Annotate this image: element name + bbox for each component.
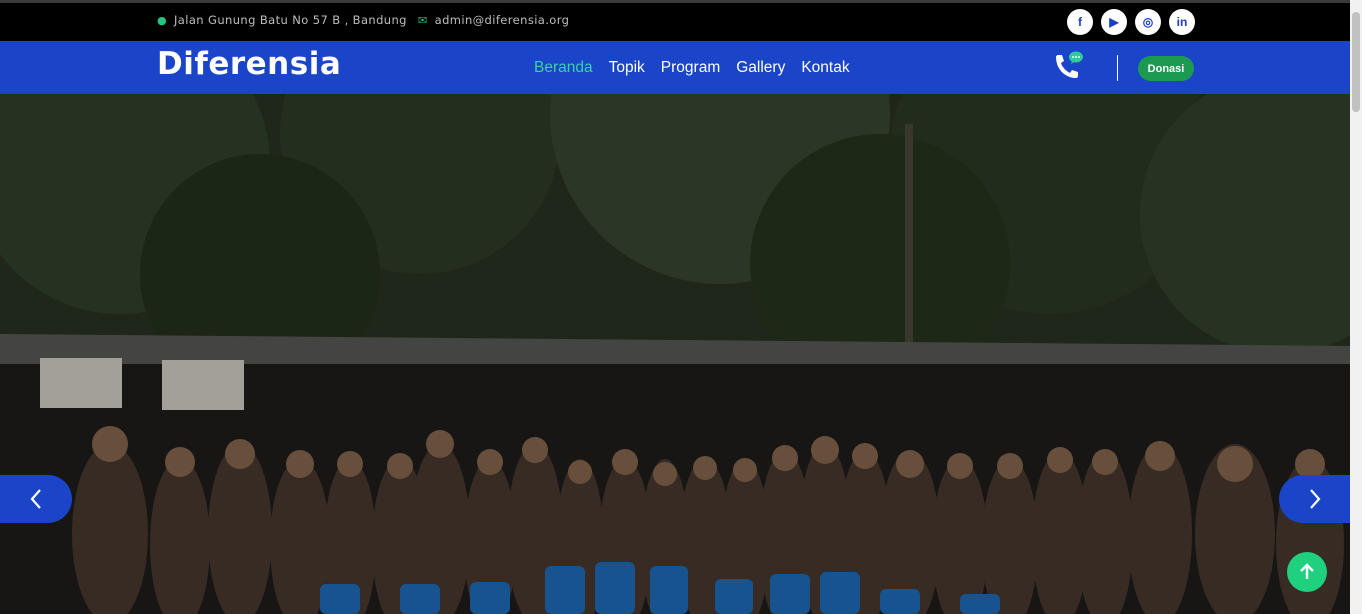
phone-chat-icon[interactable] — [1050, 49, 1086, 85]
slider-prev-button[interactable] — [0, 475, 72, 523]
main-menu: Beranda Topik Program Gallery Kontak — [534, 59, 850, 77]
facebook-icon[interactable]: f — [1067, 9, 1093, 35]
arrow-up-icon — [1300, 563, 1314, 579]
scrollbar-thumb[interactable] — [1352, 12, 1360, 112]
envelope-icon: ✉ — [418, 13, 428, 27]
address: ● Jalan Gunung Batu No 57 B , Bandung — [157, 13, 407, 27]
chevron-left-icon — [30, 489, 41, 509]
youtube-icon[interactable]: ▶ — [1101, 9, 1127, 35]
back-to-top-button[interactable] — [1287, 552, 1327, 592]
email-text[interactable]: admin@diferensia.org — [435, 13, 570, 27]
linkedin-icon[interactable]: in — [1169, 9, 1195, 35]
menu-item-topik[interactable]: Topik — [609, 59, 645, 77]
chevron-right-icon — [1310, 489, 1321, 509]
brand-logo[interactable]: Diferensia — [157, 46, 341, 82]
page-scrollbar[interactable] — [1350, 0, 1362, 614]
main-navbar: Diferensia Beranda Topik Program Gallery… — [0, 41, 1362, 94]
email[interactable]: ✉ admin@diferensia.org — [418, 13, 569, 27]
slider-next-button[interactable] — [1279, 475, 1351, 523]
menu-item-beranda[interactable]: Beranda — [534, 59, 593, 77]
hero-photo — [0, 94, 1350, 614]
hero-slider-image — [0, 94, 1350, 614]
instagram-icon[interactable]: ◎ — [1135, 9, 1161, 35]
top-info-bar: ● Jalan Gunung Batu No 57 B , Bandung ✉ … — [0, 0, 1362, 41]
menu-item-gallery[interactable]: Gallery — [736, 59, 785, 77]
menu-item-program[interactable]: Program — [661, 59, 720, 77]
map-marker-icon: ● — [157, 13, 167, 27]
donate-button[interactable]: Donasi — [1138, 56, 1194, 81]
social-links: f ▶ ◎ in — [1067, 9, 1195, 35]
navbar-divider — [1117, 55, 1118, 81]
address-text: Jalan Gunung Batu No 57 B , Bandung — [174, 13, 407, 27]
menu-item-kontak[interactable]: Kontak — [801, 59, 849, 77]
